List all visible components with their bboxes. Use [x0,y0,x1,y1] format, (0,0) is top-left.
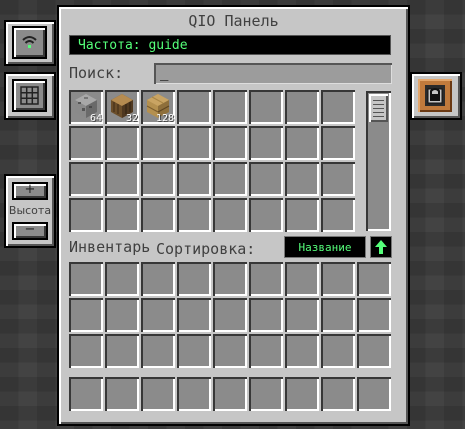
qio-item-slot[interactable] [213,198,247,232]
search-input[interactable]: _ [154,63,392,84]
lock-tab[interactable] [412,74,460,118]
search-label: Поиск: [69,64,124,82]
qio-item-slot[interactable] [213,162,247,196]
qio-item-slot[interactable] [213,126,247,160]
qio-item-slot[interactable]: 128 [141,90,175,124]
inventory-slot[interactable] [177,262,211,296]
sort-mode-button[interactable]: Название [284,236,366,258]
qio-item-slot[interactable] [321,162,355,196]
inventory-slot[interactable] [249,262,283,296]
inventory-slot[interactable] [69,262,103,296]
qio-item-slot[interactable] [141,198,175,232]
qio-item-slot[interactable]: 64 [69,90,103,124]
inventory-slot[interactable] [285,298,319,332]
inventory-slot[interactable] [249,298,283,332]
qio-item-slot[interactable]: 32 [105,90,139,124]
inventory-slot[interactable] [141,298,175,332]
frequency-display[interactable]: Частота: guide [69,35,391,55]
inventory-slot[interactable] [321,262,355,296]
qio-item-slot[interactable] [249,162,283,196]
height-label: Высота [8,204,52,217]
hotbar-slot[interactable] [177,377,211,411]
inventory-slot[interactable] [141,334,175,368]
inventory-slot[interactable] [177,298,211,332]
hotbar-slot[interactable] [357,377,391,411]
inventory-slot[interactable] [213,334,247,368]
qio-item-slot[interactable] [105,198,139,232]
hotbar-slot[interactable] [321,377,355,411]
panel-title: QIO Панель [188,12,279,30]
qio-item-slot[interactable] [69,198,103,232]
qio-item-slot[interactable] [285,90,319,124]
item-count: 64 [89,113,102,124]
hotbar-slot[interactable] [141,377,175,411]
inventory-slot[interactable] [357,298,391,332]
height-minus-button[interactable]: − [14,222,46,238]
hotbar-slot[interactable] [249,377,283,411]
crafting-tab[interactable] [6,74,54,118]
qio-item-slot[interactable] [177,90,211,124]
inventory-slot[interactable] [105,298,139,332]
lock-icon [425,85,445,106]
crafting-button[interactable] [14,81,45,110]
qio-item-slot[interactable] [177,198,211,232]
frequency-button[interactable] [14,28,45,57]
qio-item-slot[interactable] [177,126,211,160]
qio-item-slot[interactable] [285,126,319,160]
hotbar-slot[interactable] [285,377,319,411]
qio-item-slot[interactable] [105,126,139,160]
hotbar-slot[interactable] [69,377,103,411]
qio-item-slot[interactable] [69,162,103,196]
inventory-slot[interactable] [249,334,283,368]
qio-item-slot[interactable] [69,126,103,160]
height-plus-button[interactable]: + [14,182,46,198]
qio-item-slot[interactable] [285,162,319,196]
inventory-slot[interactable] [357,334,391,368]
inventory-slot[interactable] [357,262,391,296]
hotbar-slot[interactable] [105,377,139,411]
qio-item-slot[interactable] [213,90,247,124]
wireless-icon [22,36,37,48]
inventory-slot[interactable] [321,334,355,368]
sort-label: Сортировка: [156,240,256,258]
inventory-slot[interactable] [69,334,103,368]
item-count: 128 [155,113,174,124]
hotbar-slot[interactable] [213,377,247,411]
inventory-slot[interactable] [285,262,319,296]
qio-item-slot[interactable] [249,90,283,124]
inventory-slot[interactable] [105,262,139,296]
qio-item-slot[interactable] [249,198,283,232]
item-scrollbar[interactable] [366,91,391,231]
inventory-label: Инвентарь [69,238,151,256]
inventory-slot[interactable] [321,298,355,332]
inventory-slot[interactable] [105,334,139,368]
qio-item-slot[interactable] [141,162,175,196]
lock-button[interactable] [418,79,452,112]
qio-item-slot[interactable] [177,162,211,196]
qio-item-slot[interactable] [141,126,175,160]
qio-item-slot[interactable] [285,198,319,232]
arrow-up-icon [375,240,387,254]
inventory-slot[interactable] [141,262,175,296]
qio-panel: QIO Панель Частота: guide Поиск: _ 64 32 1… [59,7,408,424]
qio-item-slot[interactable] [321,198,355,232]
inventory-slot[interactable] [177,334,211,368]
crafting-grid-icon [20,86,39,105]
inventory-slot[interactable] [69,298,103,332]
height-control: + Высота − [6,176,54,246]
scrollbar-thumb[interactable] [369,94,388,122]
sort-direction-button[interactable] [370,236,392,258]
qio-item-slot[interactable] [105,162,139,196]
qio-item-slot[interactable] [249,126,283,160]
inventory-slot[interactable] [213,298,247,332]
item-count: 32 [125,113,138,124]
qio-item-slot[interactable] [321,90,355,124]
qio-item-slot[interactable] [321,126,355,160]
inventory-slot[interactable] [213,262,247,296]
frequency-tab[interactable] [6,22,54,64]
inventory-slot[interactable] [285,334,319,368]
